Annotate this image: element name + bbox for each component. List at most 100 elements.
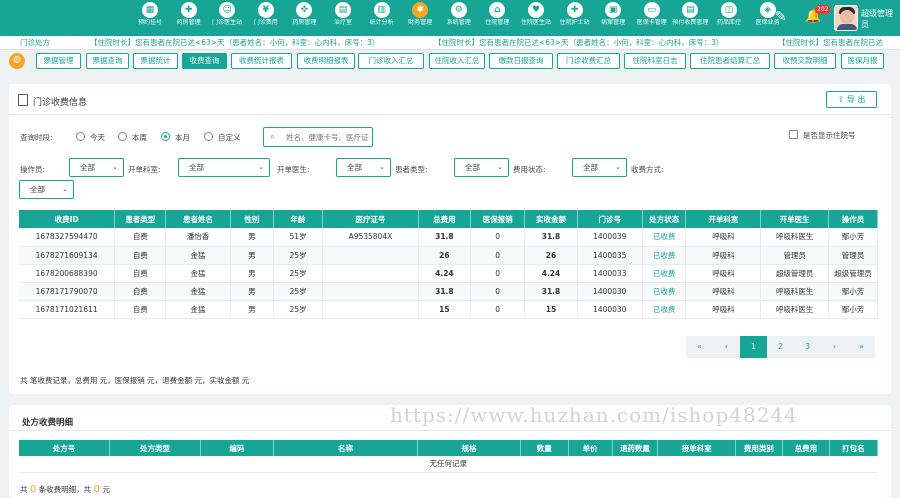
notification-ticker: 门诊处方 【住院时长】您有患者在院已达<63>天（患者姓名：小何，科室：心内科，… — [0, 36, 900, 50]
column-header[interactable]: 总费用 — [782, 440, 830, 456]
table-cell: 鄢小芳 — [828, 282, 879, 301]
tab-12[interactable]: 收预交款明细 — [774, 53, 836, 69]
nav-item-card[interactable]: ▭ 医保卡管理 — [634, 0, 670, 36]
nav-item-hospital[interactable]: ⌂ 住院管理 — [479, 0, 515, 36]
dept-select[interactable]: 全部 ⌄ — [178, 158, 270, 177]
table-row[interactable]: 1678327594470 自费 潘怡香男 51岁 A9535804X 31.8 0 31.8… — [19, 228, 879, 247]
page-button[interactable]: » — [848, 336, 875, 358]
table-cell: 0 — [470, 264, 526, 283]
tab-6[interactable]: 门诊收入汇总 — [358, 53, 424, 69]
tab-9[interactable]: 门诊收费汇总 — [557, 53, 620, 69]
avatar[interactable] — [834, 5, 858, 31]
column-header[interactable]: 实收金额 — [524, 210, 578, 228]
tab-2[interactable]: 票据统计 — [133, 53, 178, 69]
page-button[interactable]: › — [821, 336, 848, 358]
column-header[interactable]: 患者类型 — [114, 210, 167, 228]
column-header[interactable]: 名称 — [273, 440, 419, 456]
column-header[interactable]: 开单医生 — [760, 210, 829, 228]
column-header[interactable]: 退药数量 — [612, 440, 659, 456]
table-cell: 男 — [230, 228, 275, 247]
radio-week[interactable] — [118, 132, 127, 141]
tab-7[interactable]: 住院收入汇总 — [429, 53, 485, 69]
tab-13[interactable]: 医保月报 — [841, 53, 884, 69]
pay-method-select[interactable]: 全部 ⌄ — [19, 180, 74, 199]
tab-4[interactable]: 收费统计报表 — [231, 53, 292, 69]
nav-item-bed[interactable]: ▤ 治疗室 — [325, 0, 361, 36]
radio-custom[interactable] — [204, 132, 213, 141]
tab-10[interactable]: 住院科室日志 — [624, 53, 686, 69]
doctor-select[interactable]: 全部 ⌄ — [336, 158, 391, 177]
fee-status-select[interactable]: 全部 ⌄ — [572, 158, 627, 177]
table-cell: 鄢小芳 — [828, 300, 879, 319]
nav-item-warehouse[interactable]: ◫ 药品库控 — [711, 0, 747, 36]
pay-method-label: 收费方式: — [631, 165, 664, 174]
nav-item-gear[interactable]: ✱ 财务管理 — [402, 0, 438, 36]
card-title: 处方收费明细 — [22, 418, 74, 428]
tab-8[interactable]: 缴款日报查询 — [489, 53, 553, 69]
column-header[interactable]: 门诊号 — [577, 210, 643, 228]
column-header[interactable]: 处方类型 — [109, 440, 201, 456]
nav-item-chart[interactable]: ▥ 统计分析 — [364, 0, 400, 36]
column-header[interactable]: 处方状态 — [642, 210, 687, 228]
pen-icon[interactable]: ✎ — [775, 9, 787, 25]
tab-0[interactable]: 票据管理 — [36, 53, 81, 69]
export-button[interactable]: ⇧ 导 出 — [826, 91, 877, 108]
column-header[interactable]: 接单科室 — [657, 440, 736, 456]
column-header[interactable]: 收费ID — [19, 210, 116, 228]
column-header[interactable]: 开单科室 — [685, 210, 762, 228]
table-row[interactable]: 1678171790070 自费 金猛男 25岁 31.8 0 31.8 1400030 已收费… — [19, 282, 879, 301]
nav-item-nurse[interactable]: ✚ 住院护士站 — [557, 0, 593, 36]
table-row[interactable]: 1678271609134 自费 金猛男 25岁 26 0 26 1400035 已收费 呼吸科管… — [19, 246, 879, 265]
ticker-item[interactable]: 门诊处方 — [20, 36, 50, 49]
tab-1[interactable]: 票据查询 — [86, 53, 129, 69]
nav-item-pharmacy[interactable]: ✜ 药房管理 — [286, 0, 322, 36]
tab-5[interactable]: 收费明细报表 — [297, 53, 355, 69]
ticker-item[interactable]: 【住院时长】您有患者在院已达<63>天（患者姓名：小何，科室：心内科，床号：3） — [434, 36, 723, 49]
nav-item-calendar[interactable]: ▦ 预约挂号 — [132, 0, 168, 36]
ticker-item[interactable]: 【住院时长】您有患者在院已达<63>天（患者姓名：小何，科室：心内科，床号：3） — [90, 36, 379, 49]
tab-3[interactable]: 收费查询 — [182, 53, 227, 69]
page-button[interactable]: ‹ — [713, 336, 740, 358]
radio-month[interactable] — [161, 132, 170, 141]
column-header[interactable]: 患者姓名 — [165, 210, 231, 228]
nav-item-pill[interactable]: ✚ 药房管理 — [171, 0, 207, 36]
column-header[interactable]: 单价 — [568, 440, 613, 456]
prescription-table: 处方号 处方类型 编码 名称 规格 数量 单价 退药数量 接单科室 费用类别 总费用 打包名 无任何记… — [19, 440, 879, 473]
nav-item-folder[interactable]: ▣ 病案管理 — [595, 0, 631, 36]
column-header[interactable]: 医保报销 — [470, 210, 526, 228]
radio-today[interactable] — [76, 132, 85, 141]
top-navigation-bar: ▦ 预约挂号 ✚ 药房管理 ☺ 门诊医生站 ¥ 门诊费用 ✜ 药房管理 ▤ 治疗室 ▥ 统计分析 ✱ 财务管理… — [0, 0, 900, 36]
radio-custom-label: 自定义 — [218, 133, 241, 142]
patient-type-select[interactable]: 全部 ⌄ — [454, 158, 509, 177]
column-header[interactable]: 医疗证号 — [322, 210, 419, 228]
column-header[interactable]: 年龄 — [273, 210, 324, 228]
table-cell: 自费 — [114, 264, 167, 283]
column-header[interactable]: 打包名 — [829, 440, 879, 456]
tab-11[interactable]: 住院患者结算汇总 — [690, 53, 770, 69]
nav-item-settings[interactable]: ⚙ 系统管理 — [441, 0, 477, 36]
nav-item-prepay[interactable]: ▤ 预付收费管理 — [672, 0, 708, 36]
column-header[interactable]: 处方号 — [19, 440, 111, 456]
username[interactable]: 超级管理员 — [861, 8, 899, 30]
show-hospital-number-checkbox[interactable] — [789, 130, 798, 139]
settings-gear-icon[interactable]: ⚙ — [9, 53, 25, 69]
column-header[interactable]: 总费用 — [418, 210, 472, 228]
ticker-item[interactable]: 【住院时长】您有患者在院已达 — [778, 36, 883, 49]
page-button[interactable]: 2 — [767, 336, 794, 358]
page-button[interactable]: 3 — [794, 336, 821, 358]
nav-item-stethoscope[interactable]: ♥ 住院医生站 — [518, 0, 554, 36]
nav-item-yen[interactable]: ¥ 门诊费用 — [248, 0, 284, 36]
page-button[interactable]: « — [686, 336, 713, 358]
column-header[interactable]: 规格 — [417, 440, 521, 456]
column-header[interactable]: 编码 — [200, 440, 274, 456]
column-header[interactable]: 费用类别 — [735, 440, 783, 456]
nav-item-doctor[interactable]: ☺ 门诊医生站 — [209, 0, 245, 36]
column-header[interactable]: 性别 — [230, 210, 275, 228]
column-header[interactable]: 数量 — [520, 440, 569, 456]
search-input[interactable] — [286, 131, 370, 143]
page-button[interactable]: 1 — [740, 336, 767, 358]
table-row[interactable]: 1678171021611 自费 金猛男 25岁 15 0 15 1400030 已收费 呼吸科呼… — [19, 300, 879, 319]
operator-select[interactable]: 全部 ⌄ — [69, 158, 124, 177]
table-row[interactable]: 1678200688390 自费 金猛男 25岁 4.24 0 4.24 1400033 已收费… — [19, 264, 879, 283]
column-header[interactable]: 操作员 — [828, 210, 879, 228]
